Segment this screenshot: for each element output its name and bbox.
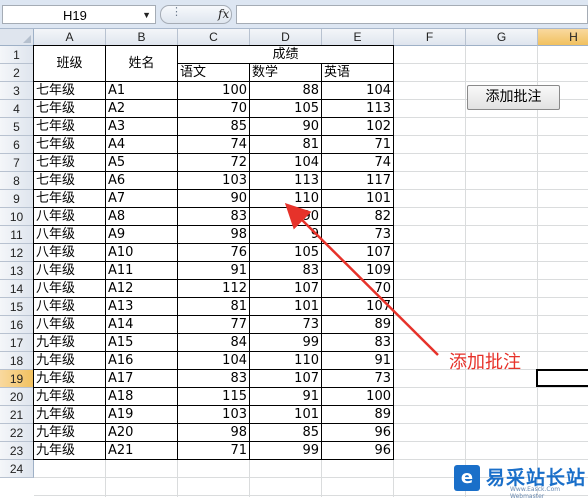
e-logo-icon: e bbox=[454, 465, 480, 491]
annotation-arrow bbox=[284, 202, 439, 356]
watermark-url: Www.Easck.Com Webmaster bbox=[510, 486, 561, 500]
annotation-label: 添加批注 bbox=[449, 352, 521, 373]
watermark: e 易采站长站 Www.Easck.Com Webmaster bbox=[454, 463, 588, 500]
